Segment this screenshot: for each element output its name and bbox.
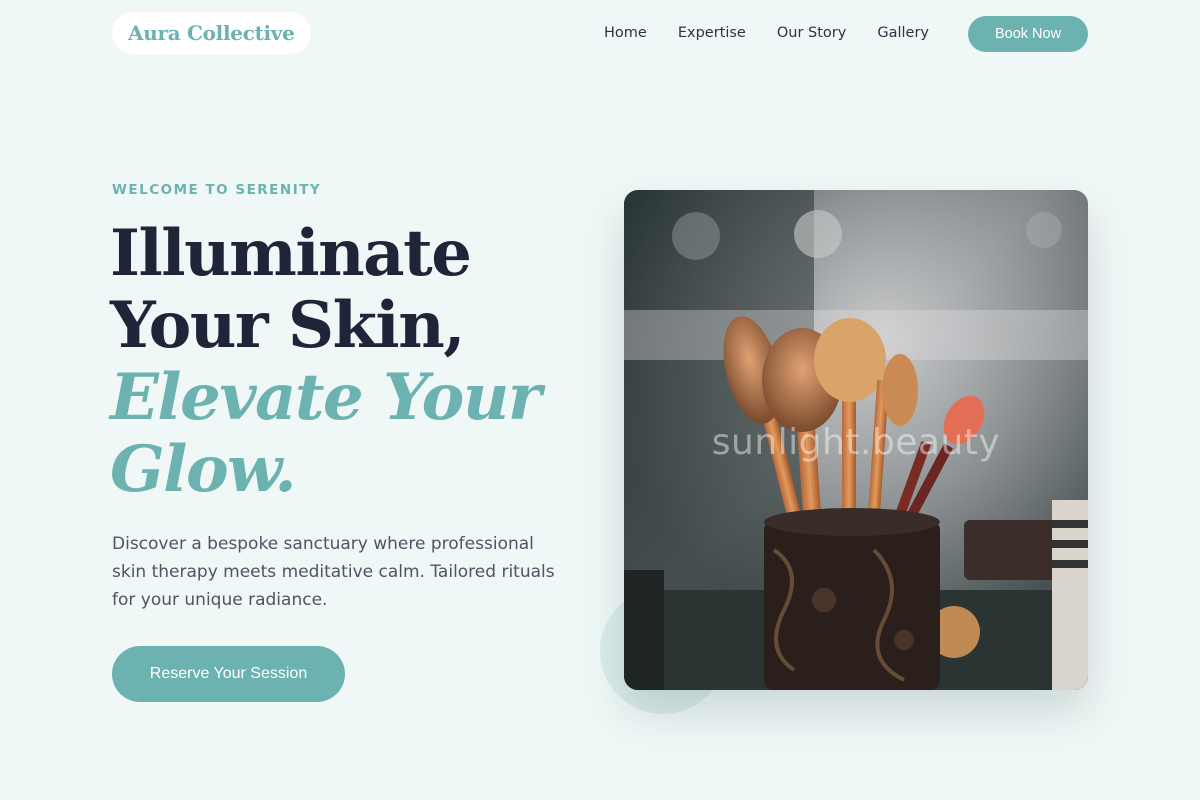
image-watermark: sunlight.beauty	[711, 422, 1001, 463]
hero-description: Discover a bespoke sanctuary where profe…	[112, 534, 555, 610]
nav-link-our-story[interactable]: Our Story	[777, 25, 846, 41]
headline-line: Illuminate	[110, 216, 472, 291]
headline-line: Your Skin,	[110, 288, 466, 363]
nav-link-expertise[interactable]: Expertise	[678, 25, 746, 41]
book-now-button[interactable]: Book Now	[968, 16, 1088, 52]
hero-eyebrow: WELCOME TO SERENITY	[112, 182, 322, 198]
hero-headline: Illuminate Your Skin, Elevate Your Glow.	[110, 218, 590, 506]
headline-accent-line: Elevate Your	[110, 360, 542, 435]
brand-logo[interactable]: Aura Collective	[112, 12, 311, 54]
headline-accent-line: Glow.	[110, 432, 297, 507]
hero-image: sunlight.beauty	[624, 190, 1088, 690]
reserve-session-button[interactable]: Reserve Your Session	[112, 646, 345, 702]
main-nav: Home Expertise Our Story Gallery	[604, 20, 960, 46]
nav-link-gallery[interactable]: Gallery	[877, 25, 929, 41]
nav-link-home[interactable]: Home	[604, 25, 647, 41]
